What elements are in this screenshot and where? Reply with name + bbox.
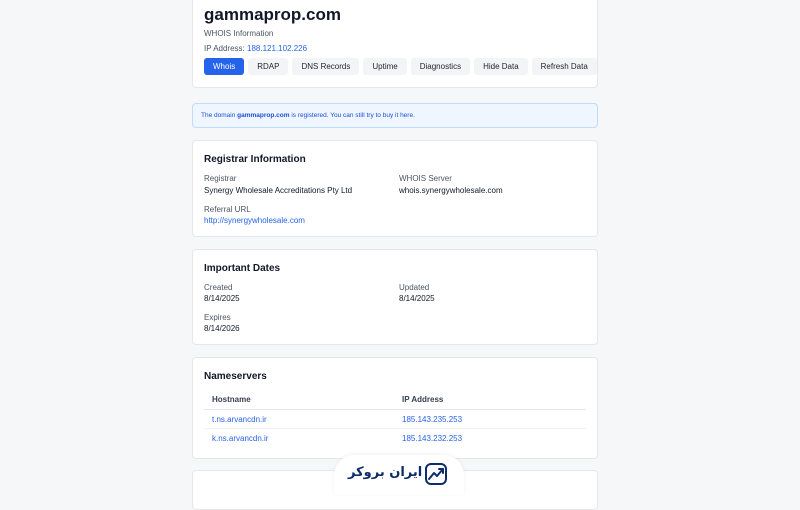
table-row-divider <box>204 428 586 429</box>
notice-domain: gammaprop.com <box>237 112 290 119</box>
ns-ip-cell[interactable]: 185.143.235.253 <box>402 415 462 424</box>
whois-server-label: WHOIS Server <box>399 174 452 183</box>
notice-prefix: The domain <box>201 112 238 119</box>
ns-hostname-cell[interactable]: k.ns.arvancdn.ir <box>212 434 268 443</box>
updated-value: 8/14/2025 <box>399 294 435 303</box>
registrar-value: Synergy Wholesale Accreditations Pty Ltd <box>204 186 353 195</box>
updated-label: Updated <box>399 283 430 292</box>
expires-value: 8/14/2026 <box>204 324 240 333</box>
brand-name: ایران بروکر <box>348 465 423 480</box>
created-label: Created <box>204 283 233 292</box>
ip-address-label: IP Address: <box>204 44 245 53</box>
ip-address-line: IP Address: 188.121.102.226 <box>204 44 307 53</box>
created-value: 8/14/2025 <box>204 294 240 303</box>
tab-whois[interactable]: Whois <box>204 58 245 75</box>
column-header-hostname: Hostname <box>212 395 251 404</box>
tab-dns-records[interactable]: DNS Records <box>292 58 360 75</box>
notice-suffix[interactable]: is registered. You can still try to buy … <box>290 112 415 119</box>
ns-hostname-cell[interactable]: t.ns.arvancdn.ir <box>212 415 267 424</box>
domain-header-card: gammaprop.com WHOIS Information IP Addre… <box>192 0 598 88</box>
ns-ip-cell[interactable]: 185.143.232.253 <box>402 434 462 443</box>
chart-trend-icon <box>425 463 447 490</box>
brand-badge: ایران بروکر <box>334 455 464 495</box>
dates-section-title: Important Dates <box>204 263 281 274</box>
registration-notice: The domain gammaprop.com is registered. … <box>192 103 598 128</box>
page-subtitle: WHOIS Information <box>204 29 274 38</box>
important-dates-card: Important Dates Created 8/14/2025 Update… <box>192 249 598 345</box>
table-header-divider <box>204 409 586 410</box>
page-title: gammaprop.com <box>204 5 341 24</box>
tab-diagnostics[interactable]: Diagnostics <box>410 58 471 75</box>
column-header-ip-address: IP Address <box>402 395 444 404</box>
tab-rdap[interactable]: RDAP <box>248 58 289 75</box>
registrar-label: Registrar <box>204 174 237 183</box>
registrar-section-title: Registrar Information <box>204 154 306 165</box>
referral-url-link[interactable]: http://synergywholesale.com <box>204 216 305 225</box>
whois-server-value: whois.synergywholesale.com <box>399 186 503 195</box>
nameservers-card: Nameservers Hostname IP Address t.ns.arv… <box>192 357 598 459</box>
registrar-info-card: Registrar Information Registrar Synergy … <box>192 140 598 237</box>
refresh-data-button[interactable]: Refresh Data <box>531 58 597 75</box>
referral-url-label: Referral URL <box>204 205 251 214</box>
tab-uptime[interactable]: Uptime <box>363 58 407 75</box>
hide-data-button[interactable]: Hide Data <box>474 58 528 75</box>
ip-address-value[interactable]: 188.121.102.226 <box>247 44 307 53</box>
tab-bar: Whois RDAP DNS Records Uptime Diagnostic… <box>204 58 597 75</box>
expires-label: Expires <box>204 313 231 322</box>
nameservers-section-title: Nameservers <box>204 371 267 382</box>
